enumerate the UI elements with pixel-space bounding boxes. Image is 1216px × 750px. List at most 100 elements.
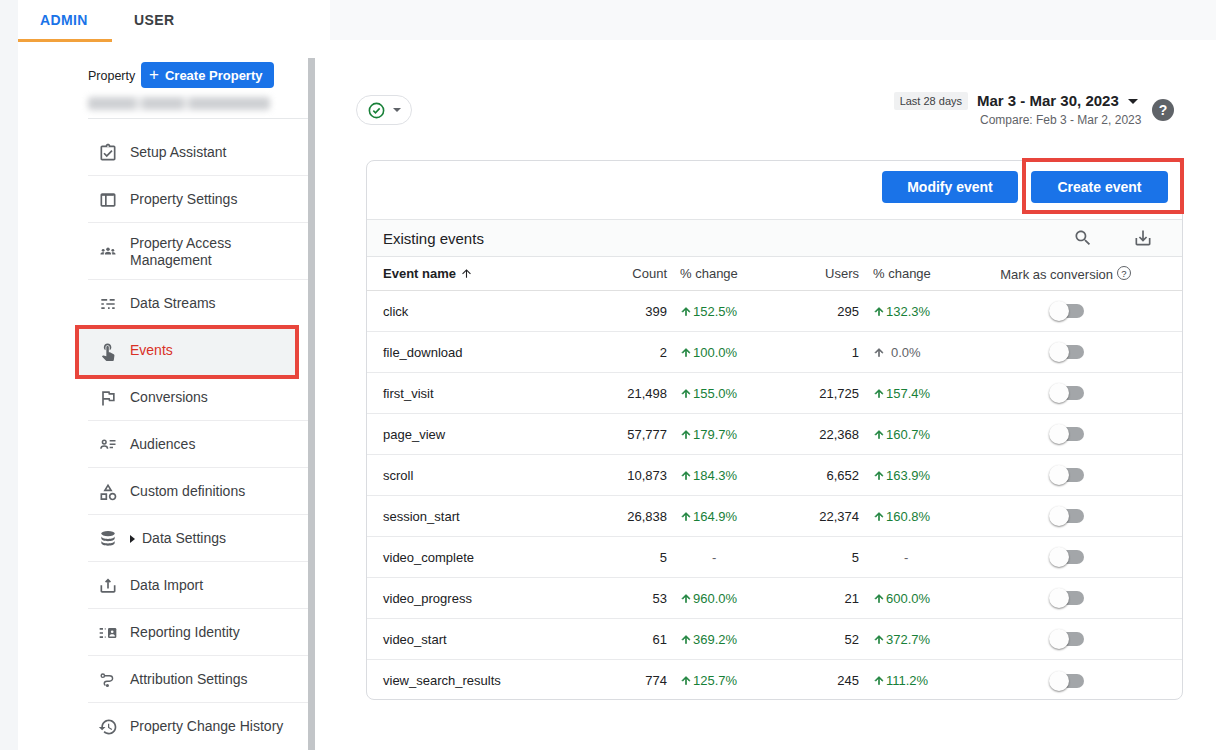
question-circle-icon[interactable]: ? bbox=[1117, 266, 1131, 280]
conversion-cell bbox=[987, 468, 1182, 482]
check-circle-icon bbox=[367, 101, 386, 120]
change-cell: 369.2% bbox=[667, 632, 794, 647]
sort-asc-icon bbox=[460, 267, 473, 280]
modify-event-button[interactable]: Modify event bbox=[882, 171, 1018, 203]
count-cell: 61 bbox=[567, 632, 667, 647]
conversion-toggle[interactable] bbox=[1051, 591, 1084, 605]
chevron-down-icon bbox=[393, 108, 401, 112]
change-cell: 184.3% bbox=[667, 468, 794, 483]
sidebar-item-reporting-identity[interactable]: Reporting Identity bbox=[18, 609, 308, 656]
divider bbox=[88, 118, 308, 119]
table-row: view_search_results774125.7%245111.2% bbox=[367, 660, 1182, 701]
change-cell: 179.7% bbox=[667, 427, 794, 442]
conversion-cell bbox=[987, 591, 1182, 605]
users-change-cell: 0.0% bbox=[859, 345, 987, 360]
conversion-toggle[interactable] bbox=[1051, 468, 1084, 482]
event-name-cell: video_complete bbox=[367, 550, 567, 565]
conversion-toggle[interactable] bbox=[1051, 550, 1084, 564]
col-mark-as-conversion: Mark as conversion? bbox=[987, 266, 1182, 282]
users-cell: 1 bbox=[794, 345, 859, 360]
property-settings-icon bbox=[98, 190, 118, 210]
conversion-cell bbox=[987, 345, 1182, 359]
sidebar-scrollbar[interactable] bbox=[308, 58, 315, 750]
users-cell: 52 bbox=[794, 632, 859, 647]
col-change[interactable]: % change bbox=[667, 266, 794, 281]
help-button[interactable]: ? bbox=[1152, 99, 1174, 121]
conversion-toggle[interactable] bbox=[1051, 386, 1084, 400]
up-arrow-icon bbox=[680, 510, 692, 523]
date-range-selector[interactable]: Mar 3 - Mar 30, 2023 bbox=[977, 92, 1138, 109]
event-name-cell: file_download bbox=[367, 345, 567, 360]
event-name-cell: session_start bbox=[367, 509, 567, 524]
sidebar-item-label: Conversions bbox=[130, 389, 295, 406]
create-property-button[interactable]: + Create Property bbox=[141, 62, 274, 88]
users-change-cell: 163.9% bbox=[859, 468, 987, 483]
col-users[interactable]: Users bbox=[794, 266, 859, 281]
sidebar-item-label: Data Settings bbox=[142, 530, 292, 547]
conversion-toggle[interactable] bbox=[1051, 632, 1084, 646]
identity-card-icon bbox=[98, 623, 118, 643]
up-arrow-icon bbox=[680, 387, 692, 400]
create-property-label: Create Property bbox=[165, 68, 263, 83]
change-cell: 960.0% bbox=[667, 591, 794, 606]
sidebar-item-label: Attribution Settings bbox=[130, 671, 295, 688]
table-row: page_view57,777179.7%22,368160.7% bbox=[367, 414, 1182, 455]
conversion-toggle[interactable] bbox=[1051, 345, 1084, 359]
sidebar-item-property-change-history[interactable]: Property Change History bbox=[18, 703, 308, 750]
sidebar-item-label: Data Import bbox=[130, 577, 295, 594]
conversion-toggle[interactable] bbox=[1051, 427, 1084, 441]
up-arrow-icon bbox=[873, 633, 885, 646]
conversion-cell bbox=[987, 632, 1182, 646]
conversion-toggle[interactable] bbox=[1051, 304, 1084, 318]
toggle-knob bbox=[1049, 383, 1069, 403]
table-row: session_start26,838164.9%22,374160.8% bbox=[367, 496, 1182, 537]
users-cell: 245 bbox=[794, 673, 859, 688]
search-icon[interactable] bbox=[1073, 228, 1093, 252]
users-change-cell: 160.8% bbox=[859, 509, 987, 524]
conversion-cell bbox=[987, 674, 1182, 688]
table-row: first_visit21,498155.0%21,725157.4% bbox=[367, 373, 1182, 414]
sidebar-item-data-import[interactable]: Data Import bbox=[18, 562, 308, 609]
toggle-knob bbox=[1049, 629, 1069, 649]
users-cell: 5 bbox=[794, 550, 859, 565]
attribution-icon bbox=[98, 670, 118, 690]
expand-arrow-icon[interactable] bbox=[130, 535, 135, 543]
sidebar-item-custom-definitions[interactable]: Custom definitions bbox=[18, 468, 308, 515]
up-arrow-icon bbox=[680, 674, 692, 687]
table-body: click399152.5%295132.3%file_download2100… bbox=[367, 291, 1182, 701]
up-arrow-icon bbox=[873, 428, 885, 441]
users-change-cell: 600.0% bbox=[859, 591, 987, 606]
count-cell: 57,777 bbox=[567, 427, 667, 442]
tab-user[interactable]: USER bbox=[134, 12, 175, 28]
sidebar-item-property-access-management[interactable]: Property Access Management bbox=[18, 223, 308, 280]
conversion-toggle[interactable] bbox=[1051, 509, 1084, 523]
sidebar-item-events[interactable]: Events bbox=[18, 327, 308, 374]
count-cell: 5 bbox=[567, 550, 667, 565]
sidebar-item-setup-assistant[interactable]: Setup Assistant bbox=[18, 129, 308, 176]
sidebar-item-audiences[interactable]: Audiences bbox=[18, 421, 308, 468]
sidebar-item-attribution-settings[interactable]: Attribution Settings bbox=[18, 656, 308, 703]
sidebar-item-conversions[interactable]: Conversions bbox=[18, 374, 308, 421]
tab-admin[interactable]: ADMIN bbox=[40, 12, 88, 28]
up-arrow-icon bbox=[873, 592, 885, 605]
download-icon[interactable] bbox=[1133, 228, 1153, 252]
toggle-knob bbox=[1049, 465, 1069, 485]
sidebar-item-property-settings[interactable]: Property Settings bbox=[18, 176, 308, 223]
count-cell: 21,498 bbox=[567, 386, 667, 401]
sidebar-item-label: Events bbox=[130, 342, 295, 359]
col-users-change[interactable]: % change bbox=[859, 266, 987, 281]
col-event-name[interactable]: Event name bbox=[367, 266, 567, 281]
sidebar-item-data-settings[interactable]: Data Settings bbox=[18, 515, 308, 562]
users-cell: 22,374 bbox=[794, 509, 859, 524]
events-card: Modify event Create event Existing event… bbox=[366, 160, 1183, 700]
change-cell: 155.0% bbox=[667, 386, 794, 401]
sidebar-item-label: Data Streams bbox=[130, 295, 295, 312]
up-arrow-icon bbox=[873, 346, 885, 359]
conversion-toggle[interactable] bbox=[1051, 674, 1084, 688]
table-row: video_start61369.2%52372.7% bbox=[367, 619, 1182, 660]
sidebar-item-data-streams[interactable]: Data Streams bbox=[18, 280, 308, 327]
up-arrow-icon bbox=[680, 428, 692, 441]
annotation-box-create-event bbox=[1022, 158, 1184, 214]
col-count[interactable]: Count bbox=[567, 266, 667, 281]
status-check-dropdown[interactable] bbox=[356, 95, 412, 125]
